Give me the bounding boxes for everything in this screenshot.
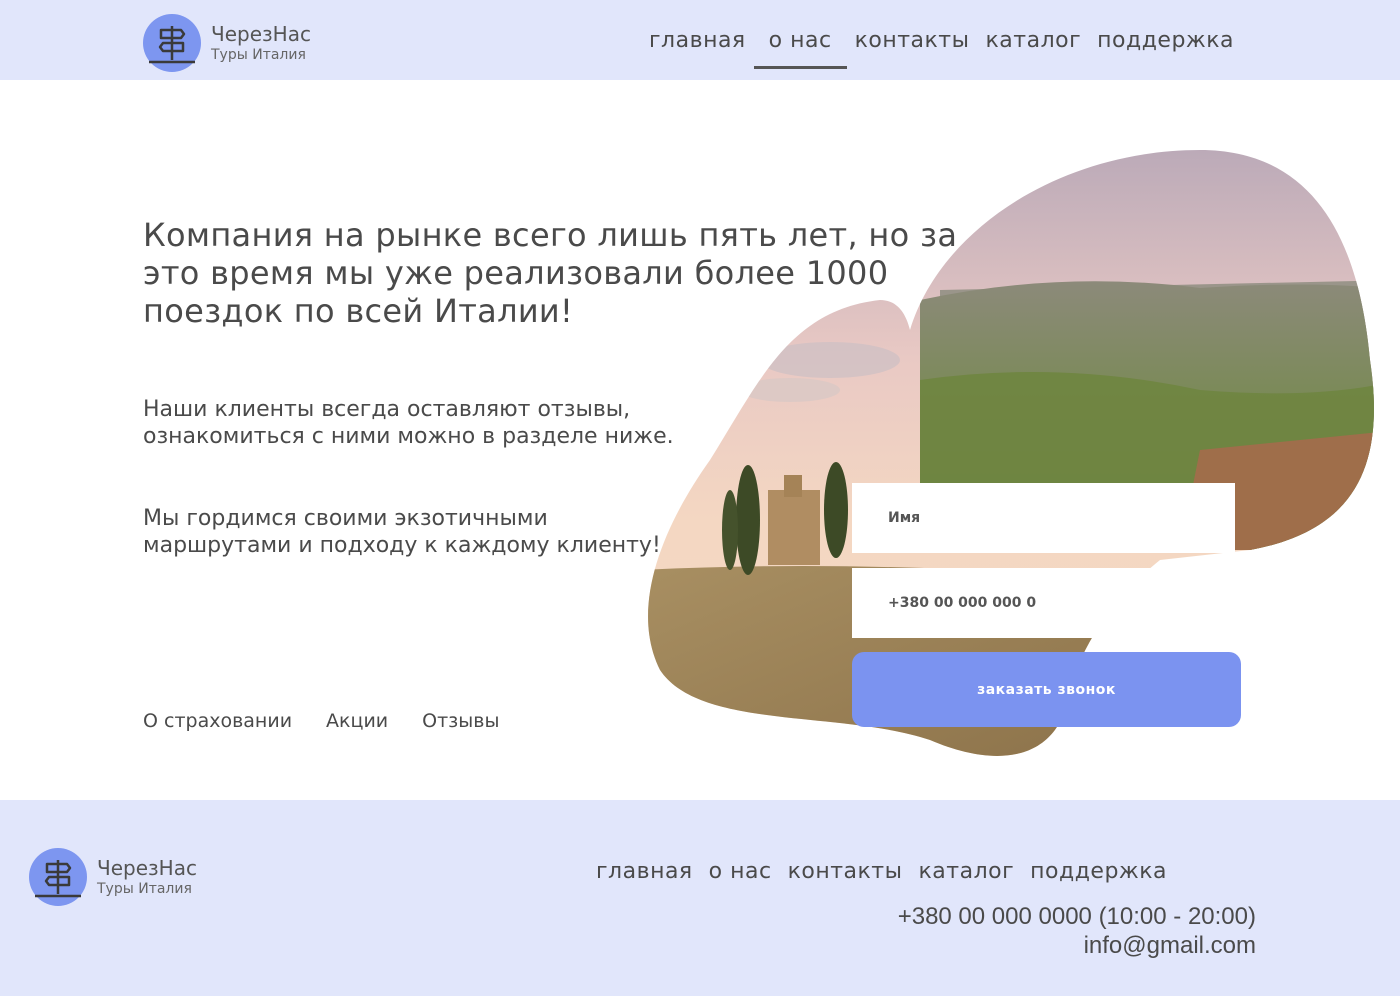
name-input[interactable] (852, 483, 1235, 553)
site-header: ЧерезНас Туры Италия главная о нас конта… (0, 0, 1400, 80)
footer-phone[interactable]: +380 00 000 0000 (10:00 - 20:00) (898, 902, 1256, 931)
header-nav: главная о нас контакты каталог поддержка (641, 26, 1242, 69)
nav-home[interactable]: главная (641, 26, 754, 56)
hero-headline: Компания на рынке всего лишь пять лет, н… (143, 216, 958, 330)
footer-nav-contacts[interactable]: контакты (780, 857, 911, 887)
footer-nav: главная о нас контакты каталог поддержка (588, 857, 1175, 887)
phone-input[interactable] (852, 568, 1235, 638)
footer-nav-about[interactable]: о нас (701, 857, 780, 887)
site-footer: ЧерезНас Туры Италия главная о нас конта… (0, 800, 1400, 996)
brand-name: ЧерезНас (211, 22, 311, 46)
brand-tagline: Туры Италия (211, 47, 306, 63)
footer-brand-name: ЧерезНас (97, 856, 197, 880)
hero-paragraph-routes: Мы гордимся своими экзотичными маршрутам… (143, 506, 661, 558)
footer-brand-tagline: Туры Италия (97, 881, 192, 897)
signpost-icon (143, 14, 201, 72)
nav-contacts[interactable]: контакты (847, 26, 978, 56)
order-call-button[interactable]: заказать звонок (852, 652, 1241, 727)
footer-nav-catalog[interactable]: каталог (911, 857, 1023, 887)
info-links: О страховании Акции Отзывы (143, 708, 533, 734)
hero-paragraph-reviews: Наши клиенты всегда оставляют отзывы, оз… (143, 397, 674, 449)
footer-logo[interactable]: ЧерезНас Туры Италия (29, 848, 197, 906)
nav-catalog[interactable]: каталог (978, 26, 1090, 56)
signpost-icon (29, 848, 87, 906)
link-insurance[interactable]: О страховании (143, 708, 292, 734)
nav-support[interactable]: поддержка (1089, 26, 1242, 56)
header-logo[interactable]: ЧерезНас Туры Италия (143, 14, 311, 72)
footer-nav-support[interactable]: поддержка (1022, 857, 1175, 887)
link-reviews[interactable]: Отзывы (422, 708, 499, 734)
footer-email[interactable]: info@gmail.com (1084, 931, 1256, 960)
nav-about[interactable]: о нас (753, 26, 847, 69)
link-promotions[interactable]: Акции (326, 708, 388, 734)
footer-nav-home[interactable]: главная (588, 857, 701, 887)
